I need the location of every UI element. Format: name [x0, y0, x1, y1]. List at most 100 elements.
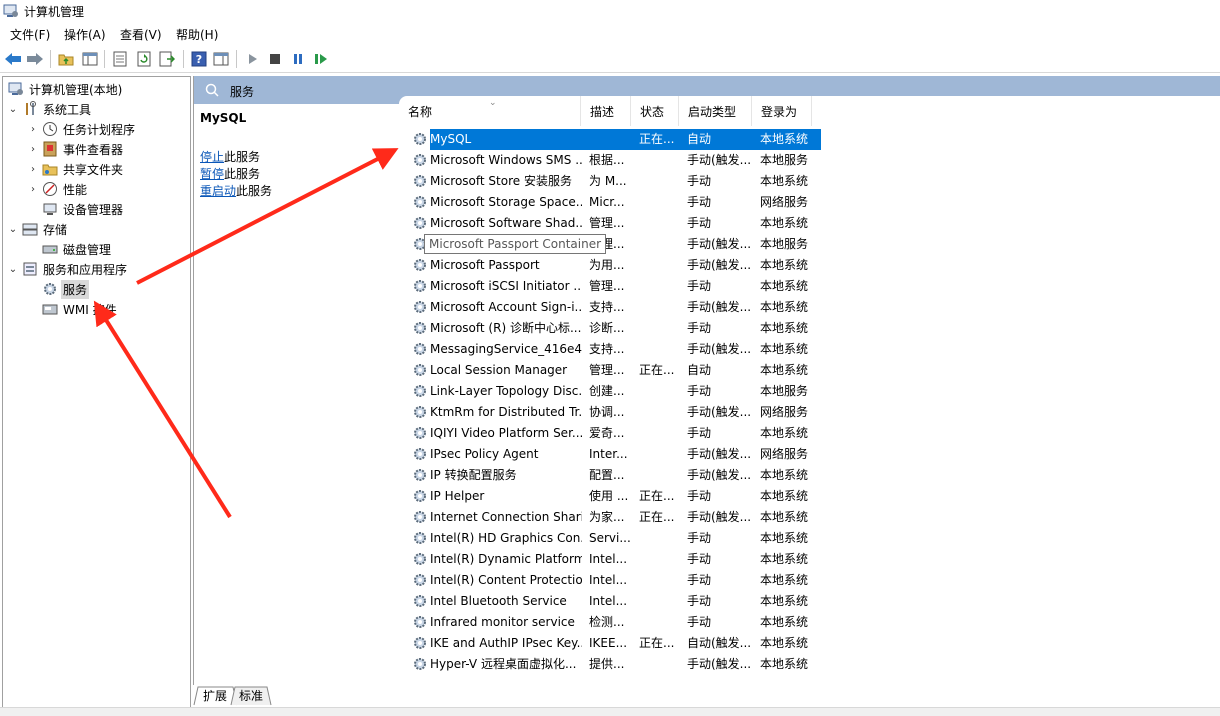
- service-row[interactable]: Internet Connection Shari... 为家... 正在... 手动…: [399, 507, 1219, 528]
- service-startup-cell: 手动: [687, 573, 712, 587]
- service-row[interactable]: IQIYI Video Platform Ser... 爱奇... 手动 本地系统: [399, 423, 1219, 444]
- chevron-down-icon[interactable]: ⌄: [7, 224, 19, 235]
- service-logon-cell: 本地系统: [760, 300, 809, 314]
- service-row[interactable]: Microsoft (R) 诊断中心标... 诊断... 手动 本地系统: [399, 318, 1219, 339]
- tree-item-wmi[interactable]: WMI 控件: [27, 299, 119, 319]
- service-row[interactable]: Infrared monitor service 检测... 手动 本地系统: [399, 612, 1219, 633]
- column-header-status[interactable]: 状态: [631, 96, 679, 126]
- refresh-icon[interactable]: [134, 49, 154, 69]
- service-gear-icon: [414, 364, 426, 376]
- column-header-logon[interactable]: 登录为: [752, 96, 812, 126]
- tree-item-services-apps[interactable]: ⌄ 服务和应用程序: [7, 259, 129, 279]
- tree-item-storage[interactable]: ⌄ 存储: [7, 219, 69, 239]
- service-row[interactable]: Microsoft Passport 为用... 手动(触发... 本地系统: [399, 255, 1219, 276]
- chevron-down-icon[interactable]: ⌄: [7, 104, 19, 115]
- service-startup-cell: 手动(触发...: [687, 510, 751, 524]
- service-row[interactable]: IPsec Policy Agent Inter... 手动(触发... 网络服务: [399, 444, 1219, 465]
- column-header-name[interactable]: 名称 ⌄: [399, 96, 581, 126]
- pause-link[interactable]: 暂停: [200, 167, 224, 181]
- tree-item-performance[interactable]: › 性能: [27, 179, 89, 199]
- service-status-cell: 正在...: [639, 510, 675, 524]
- service-row[interactable]: Microsoft Store 安装服务 为 M... 手动 本地系统: [399, 171, 1219, 192]
- chevron-right-icon[interactable]: ›: [27, 184, 39, 195]
- service-status-cell: [639, 423, 679, 444]
- menu-action[interactable]: 操作(A): [64, 26, 106, 43]
- start-service-icon[interactable]: [242, 49, 262, 69]
- service-desc-cell: 为 M...: [589, 174, 627, 188]
- service-row[interactable]: IP Helper 使用 ... 正在... 手动 本地系统: [399, 486, 1219, 507]
- pause-service-icon[interactable]: [288, 49, 308, 69]
- column-header-startup[interactable]: 启动类型: [679, 96, 752, 126]
- service-status-cell: [639, 234, 679, 255]
- menu-help[interactable]: 帮助(H): [176, 26, 218, 43]
- service-status-cell: 正在...: [639, 636, 675, 650]
- service-row[interactable]: Local Session Manager 管理... 正在... 自动 本地系统: [399, 360, 1219, 381]
- service-startup-cell: 手动(触发...: [687, 447, 751, 461]
- forward-icon[interactable]: [25, 49, 45, 69]
- tab-standard[interactable]: 标准: [233, 686, 269, 704]
- service-logon-cell: 本地系统: [760, 216, 809, 230]
- tree-item-task-scheduler[interactable]: › 任务计划程序: [27, 119, 137, 139]
- service-row[interactable]: Microsoft Windows SMS ... 根据... 手动(触发... 本地…: [399, 150, 1219, 171]
- service-row[interactable]: Link-Layer Topology Disc... 创建... 手动 本地服务: [399, 381, 1219, 402]
- service-desc-cell: Intel...: [589, 552, 628, 566]
- service-desc-cell: 创建...: [589, 384, 625, 398]
- service-row[interactable]: Intel(R) HD Graphics Con... Servi... 手动 本地系…: [399, 528, 1219, 549]
- menu-file[interactable]: 文件(F): [10, 26, 50, 43]
- service-row[interactable]: IKE and AuthIP IPsec Key... IKEE... 正在... 自…: [399, 633, 1219, 654]
- service-status-cell: [639, 192, 679, 213]
- properties-icon[interactable]: [110, 49, 130, 69]
- service-row[interactable]: Intel(R) Content Protectio... Intel... 手动 本…: [399, 570, 1219, 591]
- chevron-right-icon[interactable]: ›: [27, 164, 39, 175]
- service-gear-icon: [414, 217, 426, 229]
- chevron-down-icon[interactable]: ⌄: [7, 264, 19, 275]
- disk-icon: [42, 241, 58, 257]
- show-hide-tree-icon[interactable]: [80, 49, 100, 69]
- column-header-description[interactable]: 描述: [581, 96, 631, 126]
- stop-service-icon[interactable]: [265, 49, 285, 69]
- service-row[interactable]: KtmRm for Distributed Tr... 协调... 手动(触发...…: [399, 402, 1219, 423]
- tree-item-disk-management[interactable]: 磁盘管理: [27, 239, 113, 259]
- service-row[interactable]: MySQL 正在... 自动 本地系统: [399, 129, 1219, 150]
- chevron-right-icon[interactable]: ›: [27, 124, 39, 135]
- service-startup-cell: 手动: [687, 552, 712, 566]
- service-name-cell: Microsoft iSCSI Initiator ...: [430, 279, 582, 293]
- tab-extended[interactable]: 扩展: [197, 686, 233, 704]
- export-list-icon[interactable]: [157, 49, 177, 69]
- service-status-cell: [639, 213, 679, 234]
- service-status-cell: [639, 549, 679, 570]
- service-startup-cell: 自动: [687, 132, 712, 146]
- service-row[interactable]: MessagingService_416e4 支持... 手动(触发... 本地系统: [399, 339, 1219, 360]
- back-icon[interactable]: [3, 49, 23, 69]
- service-name-cell: Microsoft (R) 诊断中心标...: [430, 321, 582, 335]
- stop-link[interactable]: 停止: [200, 150, 224, 164]
- service-logon-cell: 网络服务: [760, 195, 809, 209]
- tree-item-system-tools[interactable]: ⌄ 系统工具: [7, 99, 93, 119]
- tree-item-services[interactable]: 服务: [27, 279, 90, 299]
- tree-item-device-manager[interactable]: 设备管理器: [27, 199, 125, 219]
- service-name-cell: Microsoft Software Shad...: [430, 216, 582, 230]
- chevron-right-icon[interactable]: ›: [27, 144, 39, 155]
- menu-view[interactable]: 查看(V): [120, 26, 162, 43]
- service-row[interactable]: Intel Bluetooth Service Intel... 手动 本地系统: [399, 591, 1219, 612]
- restart-service-icon[interactable]: [311, 49, 331, 69]
- service-row[interactable]: Intel(R) Dynamic Platform... Intel... 手动 本地…: [399, 549, 1219, 570]
- service-startup-cell: 自动(触发...: [687, 636, 751, 650]
- service-logon-cell: 本地系统: [760, 174, 809, 188]
- service-row[interactable]: Microsoft iSCSI Initiator ... 管理... 手动 本地系统: [399, 276, 1219, 297]
- service-row[interactable]: Microsoft Account Sign-i... 支持... 手动(触发...…: [399, 297, 1219, 318]
- restart-link[interactable]: 重启动: [200, 184, 236, 198]
- up-folder-icon[interactable]: [56, 49, 76, 69]
- service-row[interactable]: Microsoft Software Shad... 管理... 手动 本地系统: [399, 213, 1219, 234]
- service-row[interactable]: Microsoft Storage Space... Micr... 手动 网络服务: [399, 192, 1219, 213]
- pane-title: 服务: [230, 85, 255, 99]
- action-pane-icon[interactable]: [211, 49, 231, 69]
- service-row[interactable]: Hyper-V 远程桌面虚拟化... 提供... 手动(触发... 本地系统: [399, 654, 1219, 675]
- help-icon[interactable]: ?: [189, 49, 209, 69]
- tree-item-event-viewer[interactable]: › 事件查看器: [27, 139, 125, 159]
- service-row[interactable]: IP 转换配置服务 配置... 手动(触发... 本地系统: [399, 465, 1219, 486]
- title-bar: 计算机管理: [0, 0, 1220, 22]
- tree-item-shared-folders[interactable]: › 共享文件夹: [27, 159, 125, 179]
- tree-item-root[interactable]: 计算机管理(本地): [5, 79, 124, 99]
- service-status-cell: [639, 570, 679, 591]
